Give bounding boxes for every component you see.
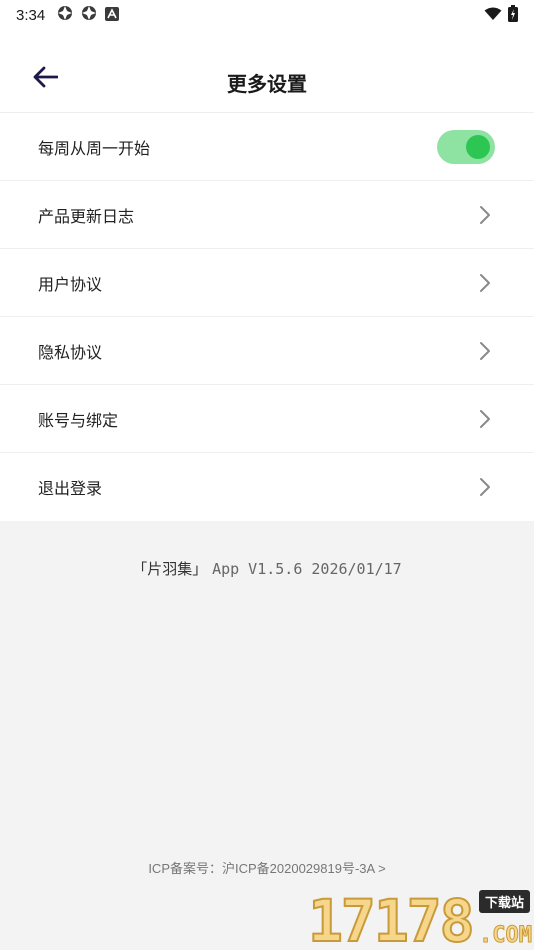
battery-charging-icon bbox=[508, 4, 518, 26]
toggle-knob bbox=[466, 134, 490, 159]
version-details: App V1.5.6 2026/01/17 bbox=[212, 560, 402, 578]
wifi-icon bbox=[484, 6, 502, 25]
app-name: 「片羽集」 bbox=[132, 560, 208, 578]
status-time: 3:34 bbox=[16, 6, 46, 24]
setting-label: 用户协议 bbox=[38, 274, 103, 294]
watermark-domain: .COM bbox=[479, 923, 533, 949]
setting-logout[interactable]: 退出登录 bbox=[0, 453, 534, 521]
status-bar: 3:34 bbox=[0, 0, 534, 30]
page-title: 更多设置 bbox=[227, 72, 307, 96]
setting-user-agreement[interactable]: 用户协议 bbox=[0, 249, 534, 317]
setting-privacy-policy[interactable]: 隐私协议 bbox=[0, 317, 534, 385]
chevron-right-icon bbox=[478, 477, 492, 497]
notification-app-icon bbox=[81, 5, 97, 25]
setting-label: 退出登录 bbox=[38, 479, 103, 498]
week-start-toggle[interactable] bbox=[437, 129, 495, 164]
setting-changelog[interactable]: 产品更新日志 bbox=[0, 181, 534, 249]
settings-list: 每周从周一开始 产品更新日志 用户协议 隐私协议 账号与绑定 退出登录 bbox=[0, 113, 534, 521]
watermark-badge: 下载站 bbox=[478, 890, 530, 913]
version-info: 「片羽集」 App V1.5.6 2026/01/17 bbox=[0, 558, 534, 579]
chevron-right-icon bbox=[478, 409, 492, 429]
chevron-right-icon bbox=[478, 205, 492, 225]
setting-label: 每周从周一开始 bbox=[38, 138, 151, 158]
chevron-right-icon bbox=[478, 341, 492, 361]
setting-label: 产品更新日志 bbox=[38, 206, 135, 226]
setting-label: 账号与绑定 bbox=[38, 410, 119, 430]
notification-app-icon bbox=[57, 5, 73, 25]
setting-week-starts-monday[interactable]: 每周从周一开始 bbox=[0, 113, 534, 181]
status-right bbox=[484, 4, 518, 26]
watermark-logo: 17178 下载站 .COM bbox=[307, 887, 534, 950]
setting-label: 隐私协议 bbox=[38, 342, 103, 362]
notification-a-icon bbox=[105, 6, 120, 25]
icp-link[interactable]: ICP备案号：沪ICP备2020029819号-3A > bbox=[0, 858, 534, 877]
watermark-digits: 17178 bbox=[307, 887, 476, 950]
header: 更多设置 bbox=[0, 30, 534, 113]
setting-account-binding[interactable]: 账号与绑定 bbox=[0, 385, 534, 453]
status-left: 3:34 bbox=[16, 5, 120, 25]
chevron-right-icon bbox=[478, 273, 492, 293]
